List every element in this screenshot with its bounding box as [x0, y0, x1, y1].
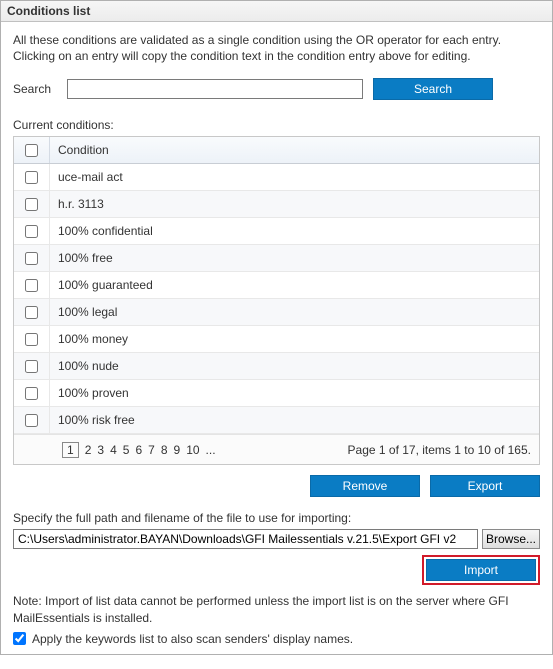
row-checkbox[interactable]: [25, 225, 38, 238]
intro-text: All these conditions are validated as a …: [13, 32, 540, 64]
conditions-grid: Condition uce-mail act h.r. 3113 100% conf…: [13, 136, 540, 465]
row-checkbox[interactable]: [25, 252, 38, 265]
table-row[interactable]: 100% legal: [14, 299, 539, 326]
pager-page[interactable]: 5: [123, 443, 130, 457]
row-checkbox[interactable]: [25, 414, 38, 427]
condition-cell: 100% risk free: [50, 413, 539, 427]
table-row[interactable]: 100% confidential: [14, 218, 539, 245]
pager-page[interactable]: 8: [161, 443, 168, 457]
import-highlight: Import: [422, 555, 540, 585]
row-checkbox[interactable]: [25, 333, 38, 346]
row-checkbox[interactable]: [25, 279, 38, 292]
row-checkbox[interactable]: [25, 306, 38, 319]
table-row[interactable]: 100% money: [14, 326, 539, 353]
pager-page[interactable]: 4: [110, 443, 117, 457]
row-checkbox[interactable]: [25, 360, 38, 373]
table-row[interactable]: 100% free: [14, 245, 539, 272]
condition-cell: 100% legal: [50, 305, 539, 319]
condition-cell: uce-mail act: [50, 170, 539, 184]
condition-cell: 100% nude: [50, 359, 539, 373]
table-row[interactable]: 100% risk free: [14, 407, 539, 434]
condition-cell: 100% money: [50, 332, 539, 346]
import-label: Specify the full path and filename of th…: [13, 511, 540, 525]
pager-page[interactable]: 6: [135, 443, 142, 457]
condition-cell: 100% guaranteed: [50, 278, 539, 292]
table-row[interactable]: uce-mail act: [14, 164, 539, 191]
pager-page[interactable]: 10: [186, 443, 199, 457]
condition-cell: h.r. 3113: [50, 197, 539, 211]
remove-button[interactable]: Remove: [310, 475, 420, 497]
condition-cell: 100% proven: [50, 386, 539, 400]
search-input[interactable]: [67, 79, 363, 99]
import-button[interactable]: Import: [426, 559, 536, 581]
table-row[interactable]: 100% nude: [14, 353, 539, 380]
window-title: Conditions list: [1, 1, 552, 22]
pager-page[interactable]: 2: [85, 443, 92, 457]
pager-page[interactable]: ...: [206, 443, 216, 457]
pager-info: Page 1 of 17, items 1 to 10 of 165.: [348, 443, 531, 457]
table-row[interactable]: 100% proven: [14, 380, 539, 407]
column-header-condition[interactable]: Condition: [50, 143, 539, 157]
import-path-input[interactable]: [13, 529, 478, 549]
row-checkbox[interactable]: [25, 171, 38, 184]
condition-cell: 100% free: [50, 251, 539, 265]
search-button[interactable]: Search: [373, 78, 493, 100]
conditions-label: Current conditions:: [13, 118, 540, 132]
row-checkbox[interactable]: [25, 387, 38, 400]
table-row[interactable]: 100% guaranteed: [14, 272, 539, 299]
search-label: Search: [13, 82, 57, 96]
note-text: Note: Import of list data cannot be perf…: [13, 593, 540, 625]
export-button[interactable]: Export: [430, 475, 540, 497]
pager-page[interactable]: 1: [62, 442, 79, 458]
pager-page[interactable]: 7: [148, 443, 155, 457]
pager-page[interactable]: 3: [97, 443, 104, 457]
table-row[interactable]: h.r. 3113: [14, 191, 539, 218]
pager-page[interactable]: 9: [174, 443, 181, 457]
apply-keywords-label: Apply the keywords list to also scan sen…: [32, 632, 353, 646]
browse-button[interactable]: Browse...: [482, 529, 540, 549]
apply-keywords-checkbox[interactable]: [13, 632, 26, 645]
select-all-checkbox[interactable]: [25, 144, 38, 157]
condition-cell: 100% confidential: [50, 224, 539, 238]
row-checkbox[interactable]: [25, 198, 38, 211]
